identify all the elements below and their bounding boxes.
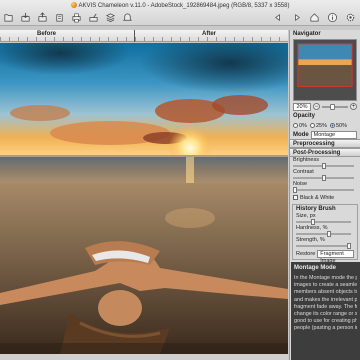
help-line: people (pasting a person into [294, 325, 357, 332]
zoom-input[interactable]: 20% [293, 102, 311, 111]
black-white-checkbox[interactable] [293, 195, 298, 200]
settings-panel: Navigator 20% − + Opacity 0% 25% 50% Mod… [289, 30, 360, 360]
history-brush-box: History Brush Size, px Hardness, % Stren… [292, 204, 358, 264]
app-logo-icon [70, 2, 77, 8]
help-line: and makes the irrelevant part [294, 296, 357, 303]
noise-slider[interactable] [293, 187, 354, 193]
image-canvas[interactable] [0, 43, 288, 354]
home-icon[interactable] [308, 11, 320, 23]
help-line: good to use for creating photo [294, 318, 357, 325]
hardness-label: Hardness, % [296, 225, 328, 231]
restore-row: Restore Fragment Image [293, 249, 357, 264]
radio-icon[interactable] [293, 122, 298, 128]
zoom-slider-knob[interactable] [329, 103, 335, 110]
size-label: Size, px [296, 213, 316, 219]
noise-param: Noise [290, 181, 360, 193]
hardness-param: Hardness, % [293, 225, 357, 237]
layers-icon[interactable] [104, 11, 116, 23]
save-file-icon[interactable] [19, 11, 31, 23]
help-panel: Montage Mode In the Montage mode the pro… [291, 262, 360, 360]
hardness-slider[interactable] [296, 231, 351, 237]
photo-beach-sunset [0, 43, 288, 354]
size-param: Size, px [293, 213, 357, 225]
preprocessing-header[interactable]: Preprocessing [290, 139, 360, 148]
navigator-preview[interactable] [293, 39, 357, 101]
zoom-controls: 20% − + [290, 101, 360, 112]
size-slider[interactable] [296, 219, 351, 225]
toolbar-right [272, 11, 356, 23]
strength-slider[interactable] [296, 243, 351, 249]
image-stack-icon[interactable] [36, 11, 48, 23]
restore-select[interactable]: Fragment Image [317, 249, 354, 264]
radio-selected-icon[interactable] [329, 122, 335, 128]
strength-knob[interactable] [347, 243, 351, 249]
strength-param: Strength, % [293, 237, 357, 249]
black-white-label: Black & White [300, 194, 335, 201]
window-title-text: AKVIS Chameleon v.11.0 - AdobeStock_1928… [78, 3, 290, 9]
size-knob[interactable] [311, 219, 316, 225]
brightness-param: Brightness [290, 157, 360, 169]
open-file-icon[interactable] [2, 11, 14, 23]
navigator-thumbnail [294, 40, 356, 100]
opacity-title: Opacity [293, 113, 316, 119]
navigator-title: Navigator [293, 31, 321, 37]
help-line: members absent objects to a [294, 289, 357, 296]
redo-icon[interactable] [290, 11, 302, 23]
zoom-out-icon[interactable]: − [313, 103, 320, 110]
brightness-knob[interactable] [321, 163, 326, 169]
title-bar: AKVIS Chameleon v.11.0 - AdobeStock_1928… [0, 0, 360, 26]
info-icon[interactable] [326, 11, 338, 23]
brightness-slider[interactable] [293, 163, 354, 169]
noise-label: Noise [293, 181, 308, 187]
toolbar-left [2, 11, 133, 24]
undo-icon[interactable] [272, 11, 284, 23]
mode-select[interactable]: Montage [310, 130, 357, 139]
opacity-options: 0% 25% 50% [290, 121, 360, 130]
window-title: AKVIS Chameleon v.11.0 - AdobeStock_1928… [0, 2, 360, 9]
contrast-slider[interactable] [293, 175, 354, 181]
before-after-bar: Before After [0, 30, 288, 42]
help-line: change its color range or size [294, 311, 357, 318]
share-icon[interactable] [87, 11, 99, 23]
print-icon[interactable] [70, 11, 82, 23]
noise-knob[interactable] [293, 187, 297, 193]
settings-icon[interactable] [344, 11, 356, 23]
zoom-in-icon[interactable]: + [350, 103, 357, 110]
batch-icon[interactable] [53, 11, 65, 23]
radio-icon[interactable] [309, 122, 315, 128]
opacity-option-50[interactable]: 50% [329, 122, 347, 129]
help-line: images to create a seamless [294, 282, 357, 289]
opacity-option-25[interactable]: 25% [309, 122, 327, 129]
black-white-row[interactable]: Black & White [290, 193, 360, 202]
help-line: In the Montage mode the prog [294, 275, 357, 281]
contrast-knob[interactable] [321, 175, 326, 181]
history-brush-title: History Brush [296, 206, 336, 212]
help-title: Montage Mode [294, 265, 336, 271]
hardness-knob[interactable] [326, 231, 331, 237]
contrast-param: Contrast [290, 169, 360, 181]
strength-label: Strength, % [296, 237, 325, 243]
help-line: fragment fade away. The fragm [294, 303, 357, 310]
opacity-option-0[interactable]: 0% [293, 122, 307, 129]
bell-icon[interactable] [121, 11, 133, 23]
status-strip [0, 354, 288, 360]
postprocessing-header[interactable]: Post-Processing [290, 148, 360, 157]
mode-row: Mode Montage [290, 130, 360, 139]
ruler-ticks [0, 37, 288, 41]
zoom-slider[interactable] [322, 103, 348, 110]
mode-label: Mode [293, 131, 309, 138]
restore-label: Restore [296, 250, 316, 257]
